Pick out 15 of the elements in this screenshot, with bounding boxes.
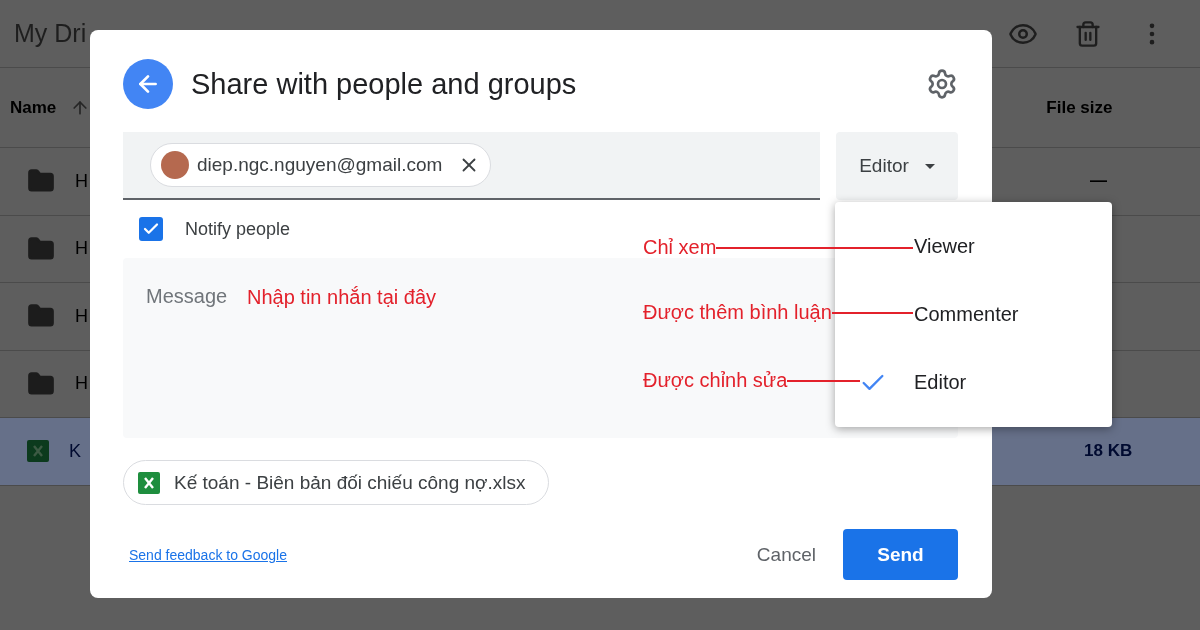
file-size: 18 KB (1084, 441, 1133, 462)
file-size: — (1090, 171, 1107, 192)
annotation-text: Được chỉnh sửa (643, 369, 788, 392)
attachment-name: Kế toán - Biên bản đối chiếu công nợ.xlsx (174, 471, 526, 494)
dialog-title: Share with people and groups (191, 67, 577, 101)
annotation-text: Nhập tin nhắn tại đây (247, 286, 437, 309)
annotation-text: Được thêm bình luận (643, 301, 832, 324)
file-name: H (75, 305, 89, 327)
checkbox-label: Notify people (185, 218, 291, 240)
file-name: H (75, 373, 89, 395)
recipient-email: diep.ngc.nguyen@gmail.com (197, 154, 443, 176)
file-name: K (69, 440, 82, 462)
file-name: H (75, 170, 89, 192)
annotation-text: Chỉ xem (643, 236, 717, 259)
file-name: H (75, 238, 89, 260)
